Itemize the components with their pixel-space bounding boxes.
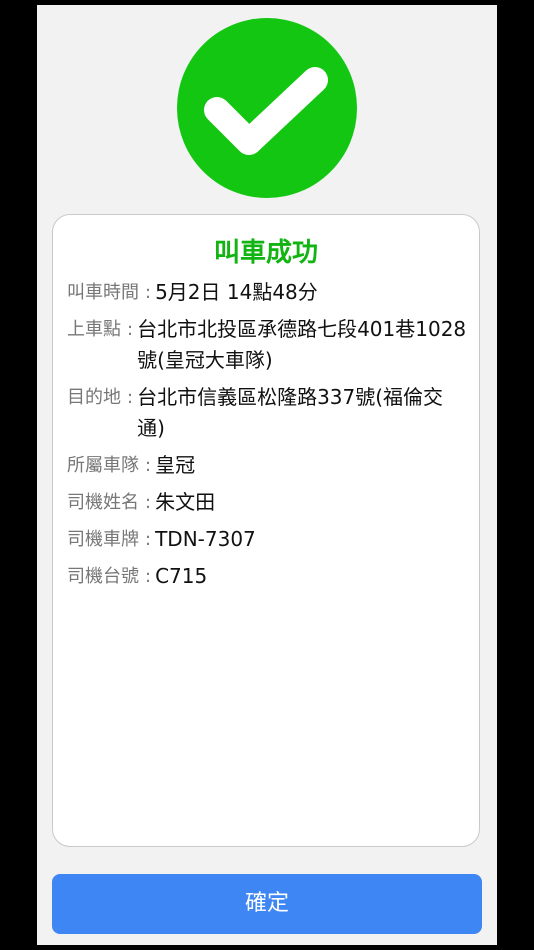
row-colon: : (145, 529, 152, 550)
info-row-destination: 目的地 : 台北市信義區松隆路337號(福倫交通) (67, 382, 467, 444)
confirm-button[interactable]: 確定 (52, 874, 482, 934)
info-row-driver-name: 司機姓名 : 朱文田 (67, 487, 467, 518)
info-row-driver-number: 司機台號 : C715 (67, 561, 467, 592)
row-colon: : (127, 387, 134, 408)
row-colon: : (145, 566, 152, 587)
row-label: 司機車牌 (67, 529, 139, 550)
screen: 叫車成功 叫車時間 : 5月2日 14點48分 上車點 : 台北市北投區承德路七… (37, 5, 497, 945)
booking-info-card: 叫車成功 叫車時間 : 5月2日 14點48分 上車點 : 台北市北投區承德路七… (52, 214, 480, 847)
row-label: 上車點 (67, 319, 121, 340)
row-value: C715 (155, 564, 208, 588)
checkmark-icon (204, 67, 328, 155)
row-label: 目的地 (67, 387, 121, 408)
card-title: 叫車成功 (213, 238, 318, 268)
info-row-pickup: 上車點 : 台北市北投區承德路七段401巷1028號(皇冠大車隊) (67, 314, 467, 376)
row-value: 朱文田 (155, 490, 216, 514)
row-label: 叫車時間 (67, 282, 139, 303)
row-value: 台北市信義區松隆路337號(福倫交通) (137, 385, 444, 440)
row-label: 司機台號 (67, 566, 139, 587)
row-value: 台北市北投區承德路七段401巷1028號(皇冠大車隊) (137, 317, 467, 372)
info-row-fleet: 所屬車隊 : 皇冠 (67, 450, 467, 481)
info-row-call-time: 叫車時間 : 5月2日 14點48分 (67, 277, 467, 308)
row-value: 皇冠 (155, 453, 196, 477)
row-value: TDN-7307 (155, 527, 256, 551)
row-colon: : (127, 319, 134, 340)
row-value: 5月2日 14點48分 (155, 280, 318, 304)
row-colon: : (145, 282, 152, 303)
success-checkmark-icon (177, 18, 357, 198)
row-colon: : (145, 455, 152, 476)
row-label: 司機姓名 (67, 492, 139, 513)
info-row-plate: 司機車牌 : TDN-7307 (67, 524, 467, 555)
info-rows: 叫車時間 : 5月2日 14點48分 上車點 : 台北市北投區承德路七段401巷… (67, 277, 467, 598)
row-colon: : (145, 492, 152, 513)
row-label: 所屬車隊 (67, 455, 139, 476)
